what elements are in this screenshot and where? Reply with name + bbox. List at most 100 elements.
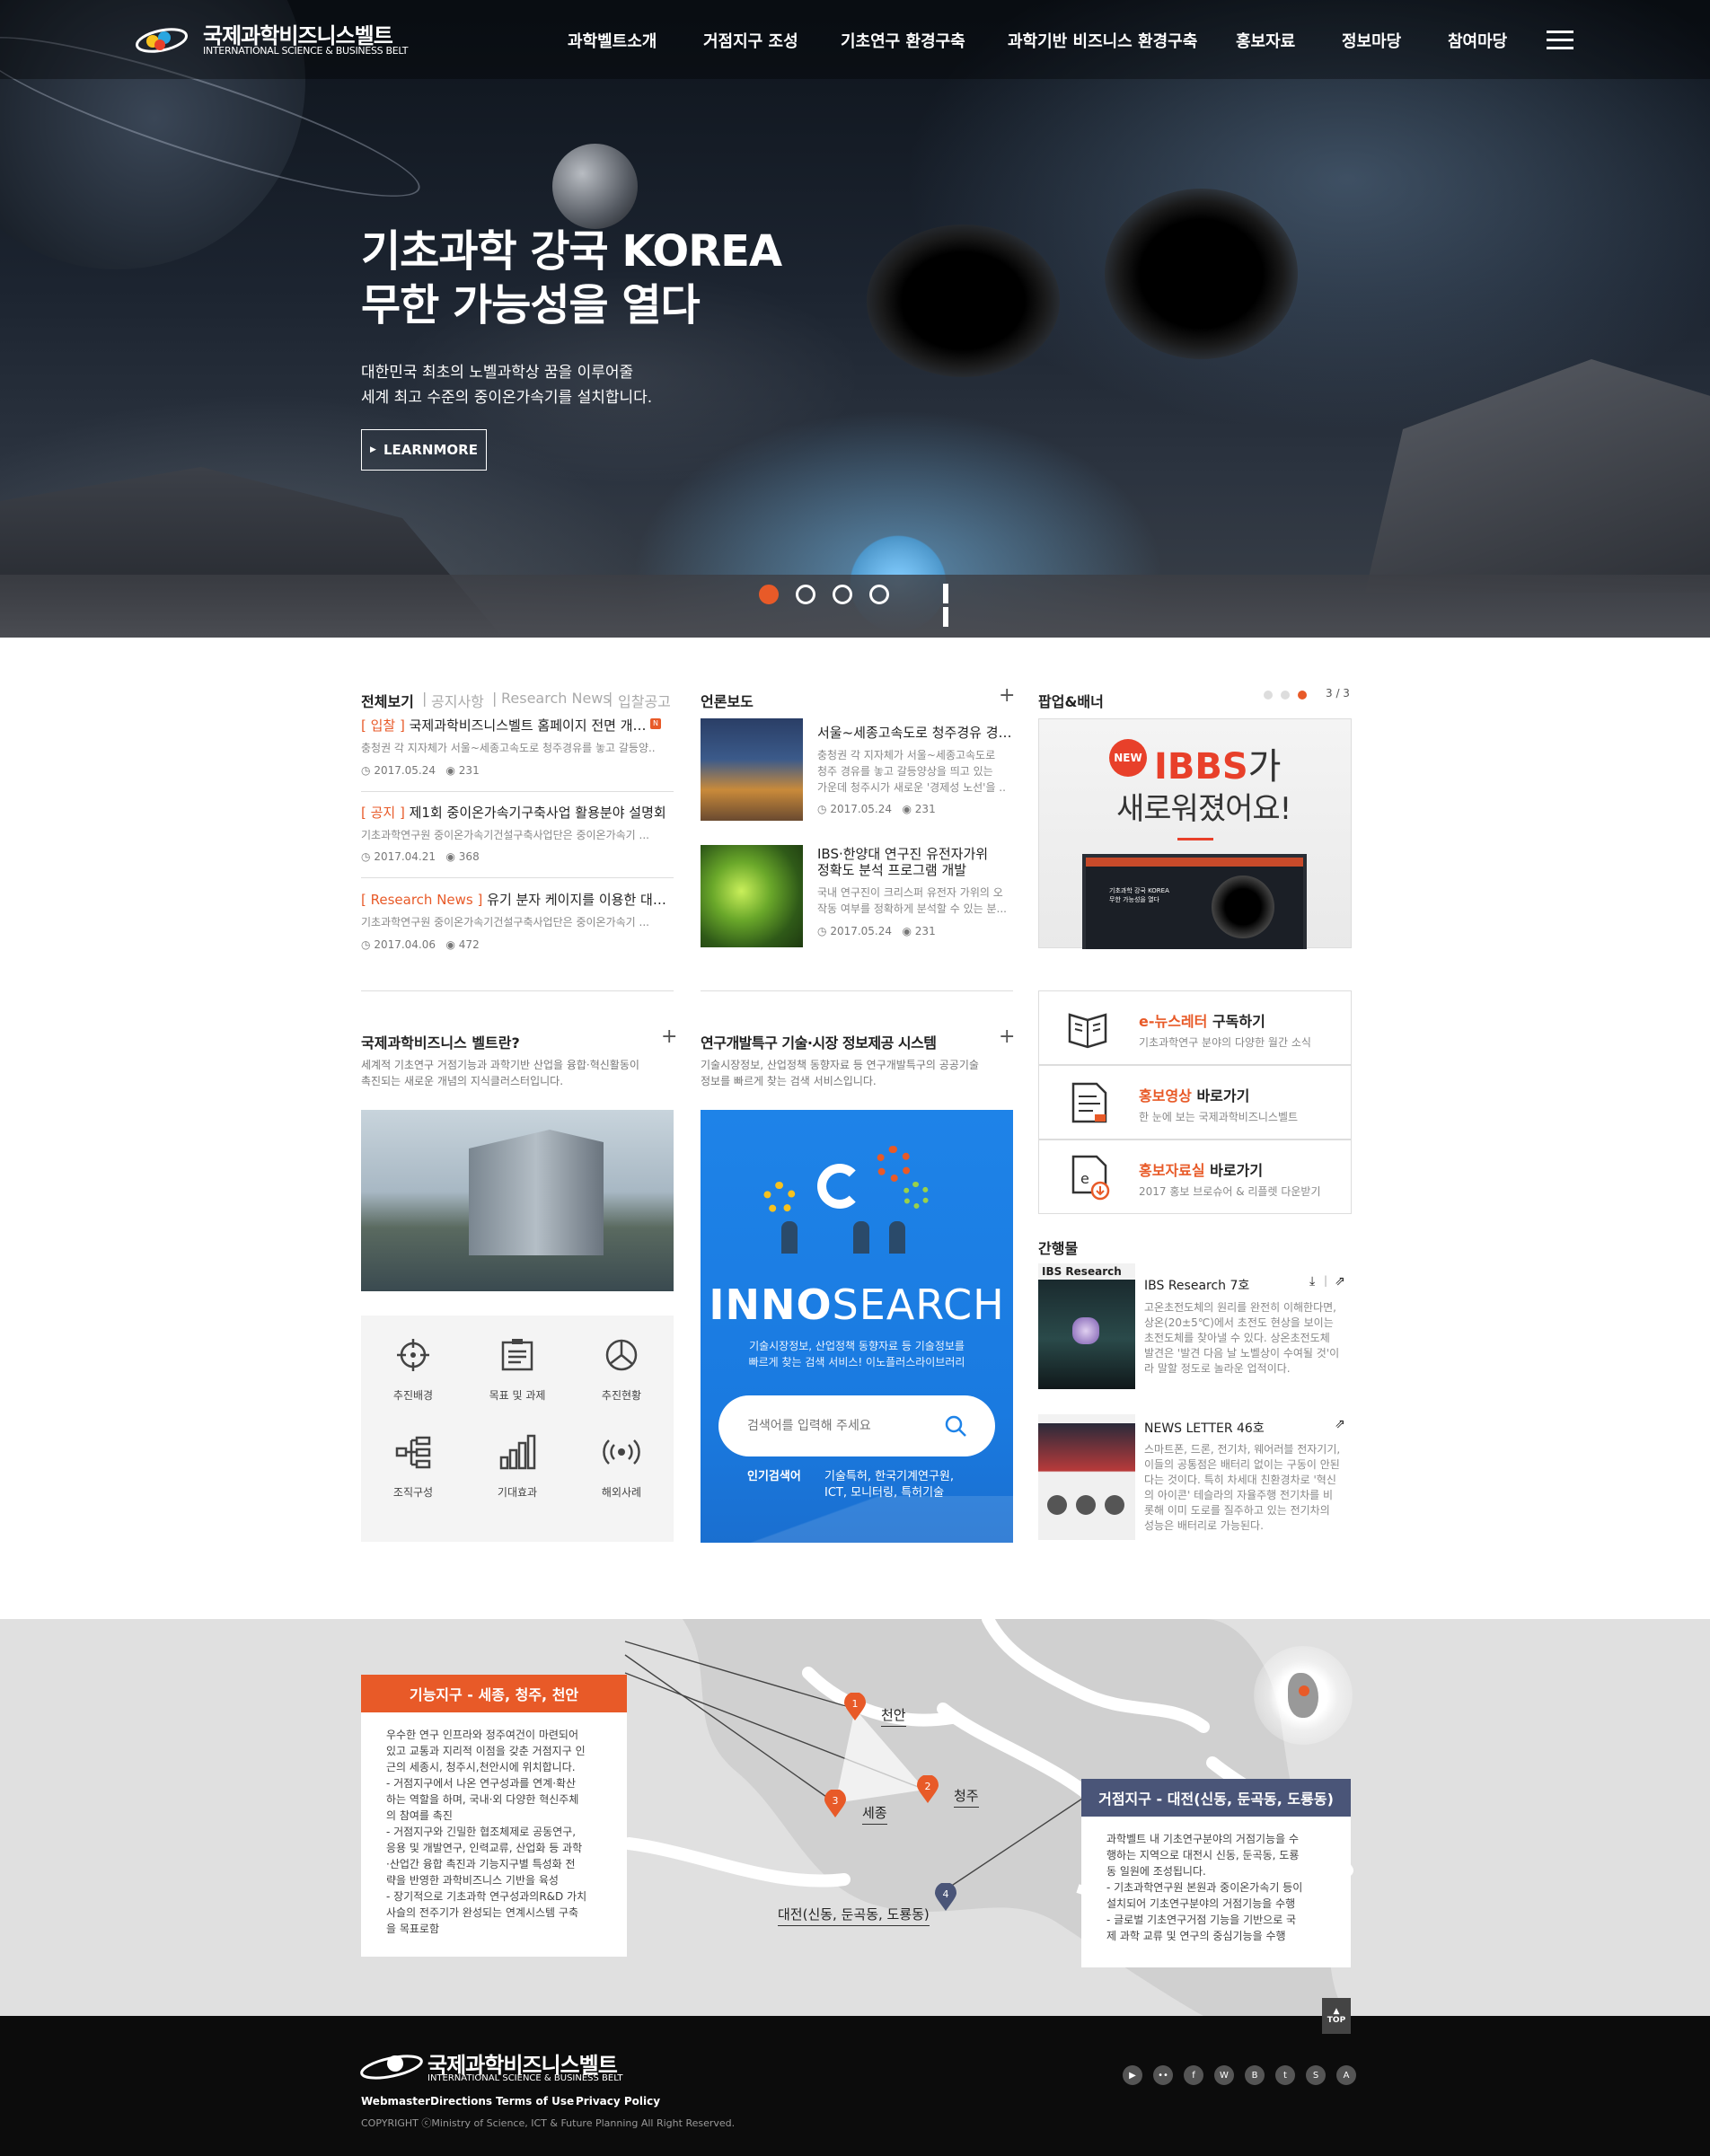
tab-bid[interactable]: 입찰공고: [618, 690, 671, 711]
slide-dot-2[interactable]: [796, 585, 815, 604]
slide-dot-3[interactable]: [833, 585, 852, 604]
nav-item-business-env[interactable]: 과학기반 비즈니스 환경구축: [1008, 29, 1197, 52]
flickr-icon[interactable]: ••: [1153, 2065, 1173, 2085]
quick-card-newsletter[interactable]: e-뉴스레터 구독하기 기초과학연구 분야의 다양한 월간 소식: [1038, 990, 1352, 1065]
gears-illustration: [763, 1146, 943, 1254]
body-line: 동 일원에 조성됩니다.: [1106, 1865, 1206, 1878]
app-icon[interactable]: A: [1336, 2065, 1356, 2085]
press-more-plus-icon[interactable]: +: [999, 686, 1015, 706]
press-item-2-title-line2[interactable]: 정확도 분석 프로그램 개발: [817, 860, 1015, 879]
footer-link-webmaster[interactable]: Webmaster: [361, 2095, 430, 2108]
pin-3-marker-icon[interactable]: 3: [824, 1790, 847, 1818]
grid-item-effects[interactable]: 기대효과: [465, 1432, 569, 1500]
hamburger-icon[interactable]: [1547, 31, 1573, 50]
quick-card-archive[interactable]: e 홍보자료실 바로가기 2017 홍보 브로슈어 & 리플렛 다운받기: [1038, 1140, 1352, 1214]
slide-dot-1[interactable]: [759, 585, 779, 604]
notice-item-3-title[interactable]: [ Research News ] 유기 분자 케이지를 이용한 대사성 ..: [361, 890, 670, 909]
nav-item-research-env[interactable]: 기초연구 환경구축: [841, 29, 965, 52]
rnd-more-plus-icon[interactable]: +: [999, 1027, 1015, 1047]
ibs-research-cover[interactable]: IBS Research: [1038, 1263, 1135, 1389]
nav-item-hub-zone[interactable]: 거점지구 조성: [703, 29, 798, 52]
press-item-1-title[interactable]: 서울~세종고속도로 청주경유 경제 ..: [817, 723, 1015, 742]
learn-more-label: LEARNMORE: [383, 442, 478, 458]
svg-text:4: 4: [943, 1888, 949, 1900]
logo-icon[interactable]: [135, 23, 189, 57]
region-marker-icon: [1299, 1685, 1309, 1696]
popup-pager-dot-1[interactable]: [1264, 691, 1273, 700]
footer-logo-icon[interactable]: [359, 2049, 426, 2081]
svg-text:1: 1: [852, 1698, 859, 1710]
tab-all[interactable]: 전체보기: [361, 690, 414, 711]
grid-item-label: 목표 및 과제: [489, 1389, 546, 1402]
tab-notice[interactable]: 공지사항: [431, 690, 484, 711]
popup-laptop-nav: [1086, 858, 1303, 867]
popup-pager-dot-3[interactable]: [1298, 691, 1307, 700]
gear-icon: [876, 1146, 912, 1182]
nav-item-info[interactable]: 정보마당: [1342, 29, 1401, 52]
twitter-icon[interactable]: t: [1275, 2065, 1295, 2085]
pin-2-label[interactable]: 청주: [954, 1786, 979, 1808]
svg-text:2: 2: [925, 1781, 931, 1792]
ground-decoration: [0, 575, 1710, 638]
nav-item-participation[interactable]: 참여마당: [1448, 29, 1507, 52]
grid-item-status[interactable]: 추진현황: [569, 1335, 674, 1403]
learn-more-button[interactable]: ▶ LEARNMORE: [361, 429, 487, 471]
notice-item-2-title[interactable]: [ 공지 ] 제1회 중이온가속기구축사업 활용분야 설명회: [361, 803, 670, 822]
facebook-icon[interactable]: f: [1184, 2065, 1203, 2085]
svg-text:e: e: [1080, 1170, 1089, 1187]
tab-research-news[interactable]: Research News: [501, 690, 611, 707]
innosearch-search-input[interactable]: [747, 1413, 936, 1439]
download-icon[interactable]: ⤓: [1309, 1274, 1315, 1289]
footer-link-privacy[interactable]: Privacy Policy: [576, 2095, 660, 2108]
pin-1-marker-icon[interactable]: 1: [843, 1693, 867, 1721]
nav-item-belt-intro[interactable]: 과학벨트소개: [568, 29, 657, 52]
search-icon[interactable]: [943, 1413, 968, 1439]
pin-4-marker-icon[interactable]: 4: [934, 1883, 957, 1912]
scroll-top-button[interactable]: ▲ TOP: [1322, 1998, 1351, 2034]
grid-item-goals[interactable]: 목표 및 과제: [465, 1335, 569, 1403]
youtube-icon[interactable]: ▶: [1123, 2065, 1142, 2085]
pin-1-label[interactable]: 천안: [881, 1705, 906, 1727]
external-link-icon[interactable]: ⇗: [1335, 1274, 1345, 1289]
views: 231: [458, 764, 480, 777]
quick-card-video[interactable]: 홍보영상 바로가기 한 눈에 보는 국제과학비즈니스벨트: [1038, 1065, 1352, 1140]
pin-3-label[interactable]: 세종: [862, 1803, 887, 1825]
newsletter-cover[interactable]: [1038, 1414, 1135, 1540]
grid-item-overseas[interactable]: 해외사례: [569, 1432, 674, 1500]
pause-icon[interactable]: [943, 584, 961, 627]
grid-item-background[interactable]: 추진배경: [361, 1335, 465, 1403]
pin-4-label[interactable]: 대전(신동, 둔곡동, 도룡동): [778, 1905, 930, 1926]
footer-link-terms[interactable]: Terms of Use: [496, 2095, 574, 2108]
blog-icon[interactable]: B: [1245, 2065, 1265, 2085]
quick-card-highlight: 홍보자료실: [1139, 1162, 1205, 1179]
body-line: - 기초과학연구원 본원과 중이온가속기 등이: [1106, 1881, 1303, 1894]
popup-pager-dot-2[interactable]: [1281, 691, 1290, 700]
publication-2-name[interactable]: NEWS LETTER 46호: [1144, 1419, 1265, 1437]
pin-2-marker-icon[interactable]: 2: [916, 1775, 939, 1804]
press-thumbnail-city[interactable]: [701, 718, 803, 821]
notice-item-1-title[interactable]: [ 입찰 ] 국제과학비즈니스벨트 홈페이지 전면 개편 ..: [361, 716, 657, 735]
person-figure: [781, 1221, 798, 1254]
blackhole-left: [867, 224, 1060, 377]
popup-banner[interactable]: NEW IBBS가 새로워졌어요! 기초과학 강국 KOREA 무한 가능성을 …: [1038, 718, 1352, 949]
belt-more-plus-icon[interactable]: +: [661, 1027, 677, 1047]
notice-item-2-meta: ◷ 2017.04.21 ◉ 368: [361, 850, 480, 863]
popup-laptop-hero: [1212, 876, 1274, 938]
slide-dot-4[interactable]: [869, 585, 889, 604]
innosearch-search-box[interactable]: [718, 1395, 995, 1456]
weibo-icon[interactable]: W: [1214, 2065, 1234, 2085]
copyright: COPYRIGHT ⓒMinistry of Science, ICT & Fu…: [361, 2117, 736, 2129]
desc-line: 상온(20±5℃)에서 초전도 현상을 보이는: [1144, 1316, 1334, 1329]
grid-item-organization[interactable]: 조직구성: [361, 1432, 465, 1500]
nav-item-pr[interactable]: 홍보자료: [1236, 29, 1295, 52]
press-item-2-desc-2: 작동 여부를 정확하게 분석할 수 있는 분...: [817, 902, 1007, 915]
publication-1-name[interactable]: IBS Research 7호: [1144, 1276, 1249, 1294]
story-icon[interactable]: S: [1306, 2065, 1326, 2085]
press-thumbnail-virus[interactable]: [701, 845, 803, 947]
eye-icon: ◉: [445, 764, 455, 777]
notice-tag: [ 공지 ]: [361, 805, 405, 821]
broadcast-icon: [603, 1439, 640, 1465]
external-link-icon[interactable]: ⇗: [1335, 1417, 1345, 1431]
popular-keywords-1[interactable]: 기술특허, 한국기계연구원,: [824, 1466, 954, 1483]
footer-link-directions[interactable]: Directions: [430, 2095, 492, 2108]
